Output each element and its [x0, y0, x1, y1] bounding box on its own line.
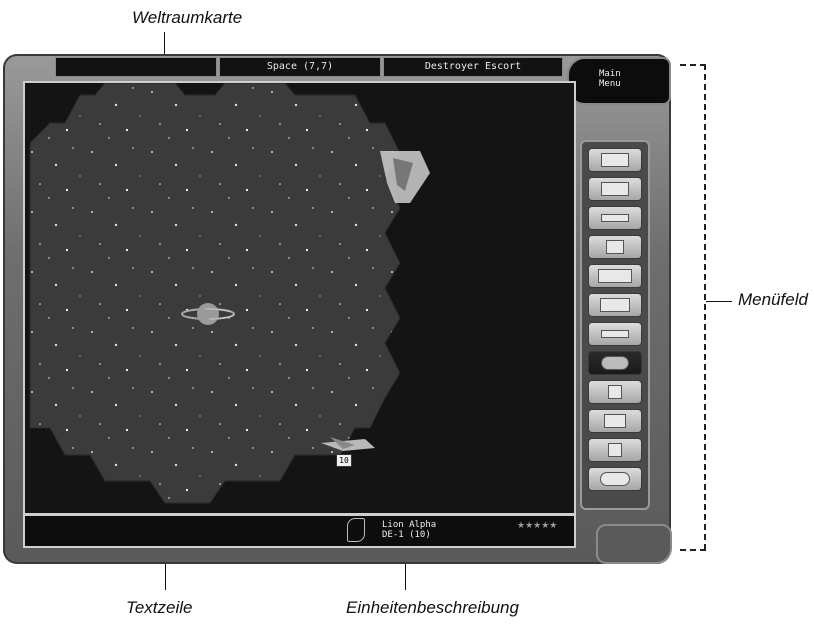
callout-line-right [706, 301, 732, 302]
menu-button-hexagon[interactable] [588, 235, 642, 259]
hex-starfield [29, 83, 430, 504]
space-map[interactable]: 10 [23, 81, 576, 515]
menu-button-cycle[interactable] [588, 467, 642, 491]
arrow-left-icon [600, 298, 630, 312]
callout-einheitenbeschreibung: Einheitenbeschreibung [346, 598, 519, 617]
ship-icon [601, 214, 629, 222]
status-bar: Lion Alpha DE-1 (10) ★★★★★ [23, 514, 576, 548]
header-unit-type: Destroyer Escort [383, 57, 563, 77]
callout-textzeile: Textzeile [126, 598, 193, 617]
menu-button-fighter[interactable] [588, 322, 642, 346]
header-coordinates: Space (7,7) [219, 57, 381, 77]
header-left-tab [55, 57, 217, 77]
main-menu-line2: Menu [599, 79, 621, 89]
unit-portrait-icon [347, 518, 365, 542]
list-icon [601, 153, 629, 167]
game-window: Space (7,7) Destroyer Escort Main Menu 1… [3, 54, 672, 564]
check-icon [608, 385, 622, 399]
menu-bracket-top [680, 64, 706, 66]
money-icon [608, 443, 622, 457]
unit-stack-count[interactable]: 10 [336, 454, 352, 467]
menu-panel [580, 140, 650, 510]
unit-description: Lion Alpha DE-1 (10) [382, 520, 436, 540]
menu-button-list[interactable] [588, 148, 642, 172]
main-menu-line1: Main [599, 69, 621, 79]
hexagon-icon [606, 240, 624, 254]
menu-button-computer[interactable] [588, 409, 642, 433]
main-menu-button[interactable]: Main Menu [567, 57, 671, 105]
menu-bracket [704, 64, 706, 550]
cycle-icon [600, 472, 630, 486]
menu-button-check[interactable] [588, 380, 642, 404]
frame-corner-panel [596, 524, 672, 564]
fighter-icon [601, 330, 629, 338]
unit-rank-stars: ★★★★★ [517, 520, 558, 530]
menu-button-compare[interactable] [588, 264, 642, 288]
menu-button-back[interactable] [588, 293, 642, 317]
menu-button-group[interactable] [588, 351, 642, 375]
menu-button-ship[interactable] [588, 206, 642, 230]
menu-bracket-bottom [680, 549, 706, 551]
computer-icon [604, 414, 626, 428]
unit-id: DE-1 (10) [382, 530, 431, 540]
main-menu-label: Main Menu [599, 69, 639, 89]
group-icon [601, 356, 629, 370]
menu-button-money[interactable] [588, 438, 642, 462]
callout-weltraumkarte: Weltraumkarte [132, 8, 243, 27]
menu-button-grid[interactable] [588, 177, 642, 201]
monitor-compare-icon [598, 269, 632, 283]
grid-icon [601, 182, 629, 196]
unit-name: Lion Alpha [382, 520, 437, 530]
callout-menuefeld: Menüfeld [738, 290, 808, 309]
